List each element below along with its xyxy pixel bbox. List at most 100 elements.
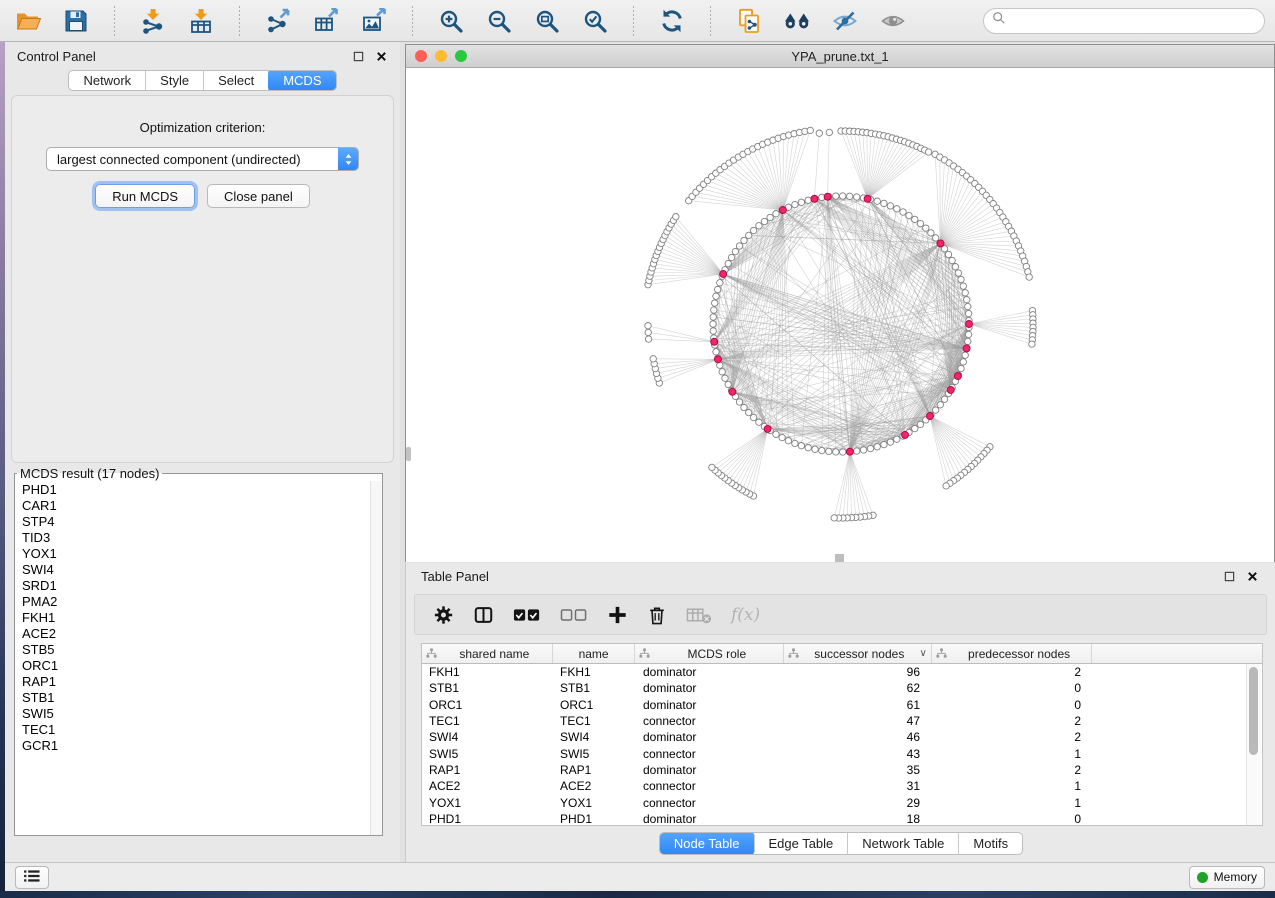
mcds-hub-node[interactable] xyxy=(963,345,970,352)
mcds-result-item[interactable]: STB5 xyxy=(22,642,382,658)
mcds-result-item[interactable]: ACE2 xyxy=(22,626,382,642)
mcds-hub-node[interactable] xyxy=(954,373,961,380)
network-node[interactable] xyxy=(798,443,804,449)
network-node[interactable] xyxy=(906,212,912,218)
network-node[interactable] xyxy=(779,434,785,440)
network-node[interactable] xyxy=(719,369,725,375)
network-node[interactable] xyxy=(725,260,731,266)
network-node[interactable] xyxy=(965,310,971,316)
network-node[interactable] xyxy=(833,193,839,199)
network-node[interactable] xyxy=(756,419,762,425)
network-node[interactable] xyxy=(819,447,825,453)
open-file-button[interactable] xyxy=(12,5,44,37)
network-node[interactable] xyxy=(709,464,715,470)
network-node[interactable] xyxy=(965,331,971,337)
mcds-result-item[interactable]: TID3 xyxy=(22,530,382,546)
network-node[interactable] xyxy=(958,365,964,371)
network-node[interactable] xyxy=(710,328,716,334)
run-mcds-button[interactable]: Run MCDS xyxy=(95,184,195,208)
table-row[interactable]: YOX1YOX1connector291 xyxy=(422,794,1262,810)
network-node[interactable] xyxy=(887,203,893,209)
network-node[interactable] xyxy=(728,254,734,260)
table-row[interactable]: TEC1TEC1connector472 xyxy=(422,713,1262,729)
network-node[interactable] xyxy=(741,237,747,243)
network-node[interactable] xyxy=(805,445,811,451)
network-node[interactable] xyxy=(756,223,762,229)
zoom-out-button[interactable] xyxy=(483,5,515,37)
mcds-result-list[interactable]: PHD1CAR1STP4TID3YOX1SWI4SRD1PMA2FKH1ACE2… xyxy=(15,481,382,826)
network-node[interactable] xyxy=(874,198,880,204)
mcds-result-item[interactable]: ORC1 xyxy=(22,658,382,674)
zoom-fit-button[interactable] xyxy=(531,5,563,37)
mcds-hub-node[interactable] xyxy=(729,388,736,395)
network-node[interactable] xyxy=(736,399,742,405)
network-node[interactable] xyxy=(812,446,818,452)
network-node[interactable] xyxy=(925,149,931,155)
mcds-result-item[interactable]: GCR1 xyxy=(22,738,382,754)
network-node[interactable] xyxy=(746,409,752,415)
table-settings-button[interactable] xyxy=(433,603,454,627)
network-node[interactable] xyxy=(874,444,880,450)
network-node[interactable] xyxy=(741,404,747,410)
float-panel-icon[interactable] xyxy=(352,50,365,63)
network-node[interactable] xyxy=(894,436,900,442)
column-header-MCDS-role[interactable]: MCDS role xyxy=(635,644,784,663)
network-node[interactable] xyxy=(785,438,791,444)
mcds-hub-node[interactable] xyxy=(720,271,727,278)
network-node[interactable] xyxy=(840,193,846,199)
select-all-button[interactable] xyxy=(513,603,541,627)
mcds-hub-node[interactable] xyxy=(846,448,853,455)
mcds-result-item[interactable]: SWI5 xyxy=(22,706,382,722)
network-node[interactable] xyxy=(860,447,866,453)
column-header-shared-name[interactable]: shared name xyxy=(422,644,553,663)
search-input[interactable] xyxy=(1011,10,1256,32)
panel-splitter-handle[interactable] xyxy=(835,554,844,562)
network-node[interactable] xyxy=(715,286,721,292)
network-node[interactable] xyxy=(807,127,813,133)
network-node[interactable] xyxy=(917,220,923,226)
tab-style[interactable]: Style xyxy=(146,71,204,90)
network-node[interactable] xyxy=(711,307,717,313)
network-node[interactable] xyxy=(792,440,798,446)
tab-select[interactable]: Select xyxy=(204,71,269,90)
mcds-hub-node[interactable] xyxy=(824,193,831,200)
network-node[interactable] xyxy=(761,218,767,224)
tab-network-table[interactable]: Network Table xyxy=(848,833,959,854)
network-node[interactable] xyxy=(816,130,822,136)
network-node[interactable] xyxy=(965,338,971,344)
network-node[interactable] xyxy=(912,425,918,431)
network-node[interactable] xyxy=(798,199,804,205)
mcds-result-item[interactable]: PMA2 xyxy=(22,594,382,610)
network-node[interactable] xyxy=(746,232,752,238)
network-node[interactable] xyxy=(894,206,900,212)
close-panel-icon[interactable] xyxy=(375,50,388,63)
mcds-hub-node[interactable] xyxy=(764,425,771,432)
network-node[interactable] xyxy=(945,251,951,257)
network-node[interactable] xyxy=(960,283,966,289)
mcds-hub-node[interactable] xyxy=(779,207,786,214)
split-view-button[interactable] xyxy=(473,603,494,627)
network-node[interactable] xyxy=(831,515,837,521)
export-network-button[interactable] xyxy=(262,5,294,37)
network-node[interactable] xyxy=(732,248,738,254)
tab-edge-table[interactable]: Edge Table xyxy=(754,833,848,854)
network-node[interactable] xyxy=(965,303,971,309)
network-node[interactable] xyxy=(900,209,906,215)
mcds-hub-node[interactable] xyxy=(937,240,944,247)
network-node[interactable] xyxy=(673,214,679,220)
tab-node-table[interactable]: Node Table xyxy=(659,832,756,855)
mcds-hub-node[interactable] xyxy=(966,321,973,328)
network-node[interactable] xyxy=(962,352,968,358)
network-node[interactable] xyxy=(773,211,779,217)
hide-selected-button[interactable] xyxy=(829,5,861,37)
first-neighbors-button[interactable] xyxy=(781,5,813,37)
table-row[interactable]: ORC1ORC1dominator610 xyxy=(422,697,1262,713)
network-node[interactable] xyxy=(805,197,811,203)
network-node[interactable] xyxy=(964,297,970,303)
column-header-predecessor-nodes[interactable]: predecessor nodes xyxy=(932,644,1093,663)
mcds-list-scrollbar[interactable] xyxy=(370,481,382,835)
mcds-result-item[interactable]: SRD1 xyxy=(22,578,382,594)
zoom-selected-button[interactable] xyxy=(579,5,611,37)
zoom-in-button[interactable] xyxy=(435,5,467,37)
apply-layout-button[interactable] xyxy=(656,5,688,37)
